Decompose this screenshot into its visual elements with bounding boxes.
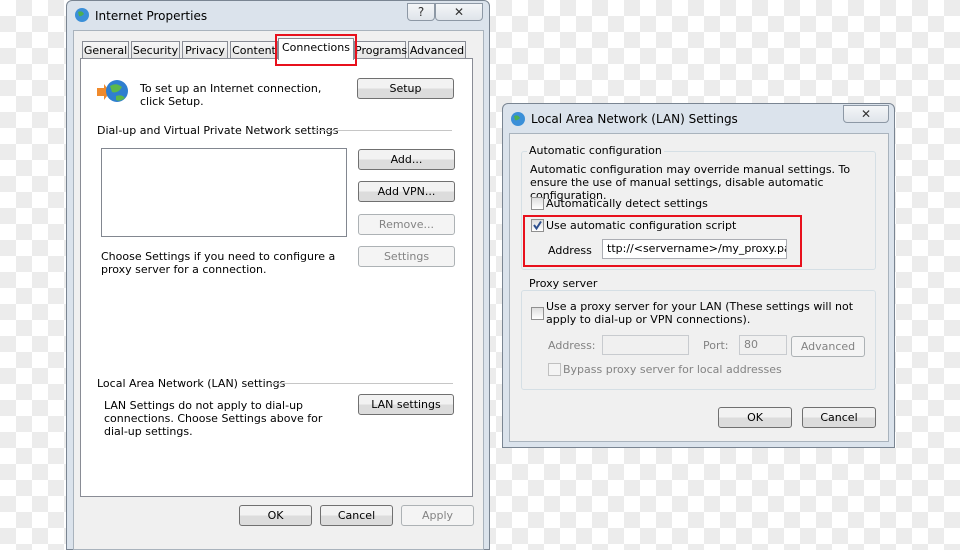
divider [270,383,453,384]
window-title: Local Area Network (LAN) Settings [531,112,738,126]
proxy-address-label: Address: [548,339,596,352]
tab-security[interactable]: Security [131,41,180,59]
tab-general[interactable]: General [82,41,129,59]
add-button[interactable]: Add... [358,149,455,170]
connections-tab-highlight [275,34,357,66]
bypass-checkbox[interactable] [548,363,561,376]
ok-button[interactable]: OK [239,505,312,526]
ok-button[interactable]: OK [718,407,792,428]
proxy-address-input[interactable] [602,335,689,355]
tab-privacy[interactable]: Privacy [182,41,228,59]
add-vpn-button[interactable]: Add VPN... [358,181,455,202]
lan-description: LAN Settings do not apply to dial-up con… [104,399,323,438]
tab-content[interactable]: Content [230,41,278,59]
settings-button[interactable]: Settings [358,246,455,267]
lan-settings-button[interactable]: LAN settings [358,394,454,415]
window-title: Internet Properties [95,9,208,23]
use-proxy-checkbox[interactable] [531,307,544,320]
divider [312,130,452,131]
globe-icon [511,112,525,126]
setup-description: To set up an Internet connection, click … [140,82,322,108]
globe-icon [75,8,89,22]
help-button[interactable]: ? [407,3,435,21]
connections-list[interactable] [101,148,347,237]
settings-description: Choose Settings if you need to configure… [101,250,336,276]
advanced-button[interactable]: Advanced [791,336,865,357]
cancel-button[interactable]: Cancel [320,505,393,526]
automatic-configuration-label: Automatic configuration [527,144,664,157]
lan-section-label: Local Area Network (LAN) settings [97,377,286,390]
script-highlight [523,215,802,267]
dialup-section-label: Dial-up and Virtual Private Network sett… [97,124,339,137]
proxy-server-label: Proxy server [527,277,600,290]
setup-button[interactable]: Setup [357,78,454,99]
tab-advanced[interactable]: Advanced [408,41,466,59]
port-label: Port: [703,339,729,352]
close-button[interactable]: ✕ [435,3,483,21]
remove-button[interactable]: Remove... [358,214,455,235]
cancel-button[interactable]: Cancel [802,407,876,428]
bypass-label: Bypass proxy server for local addresses [563,363,782,376]
auto-detect-checkbox[interactable] [531,197,544,210]
close-button[interactable]: ✕ [843,105,889,123]
auto-detect-label: Automatically detect settings [546,197,708,210]
apply-button[interactable]: Apply [401,505,474,526]
tab-programs[interactable]: Programs [354,41,407,59]
port-input[interactable]: 80 [739,335,787,355]
globe-connect-icon [97,80,128,102]
use-proxy-label: Use a proxy server for your LAN (These s… [546,300,854,326]
